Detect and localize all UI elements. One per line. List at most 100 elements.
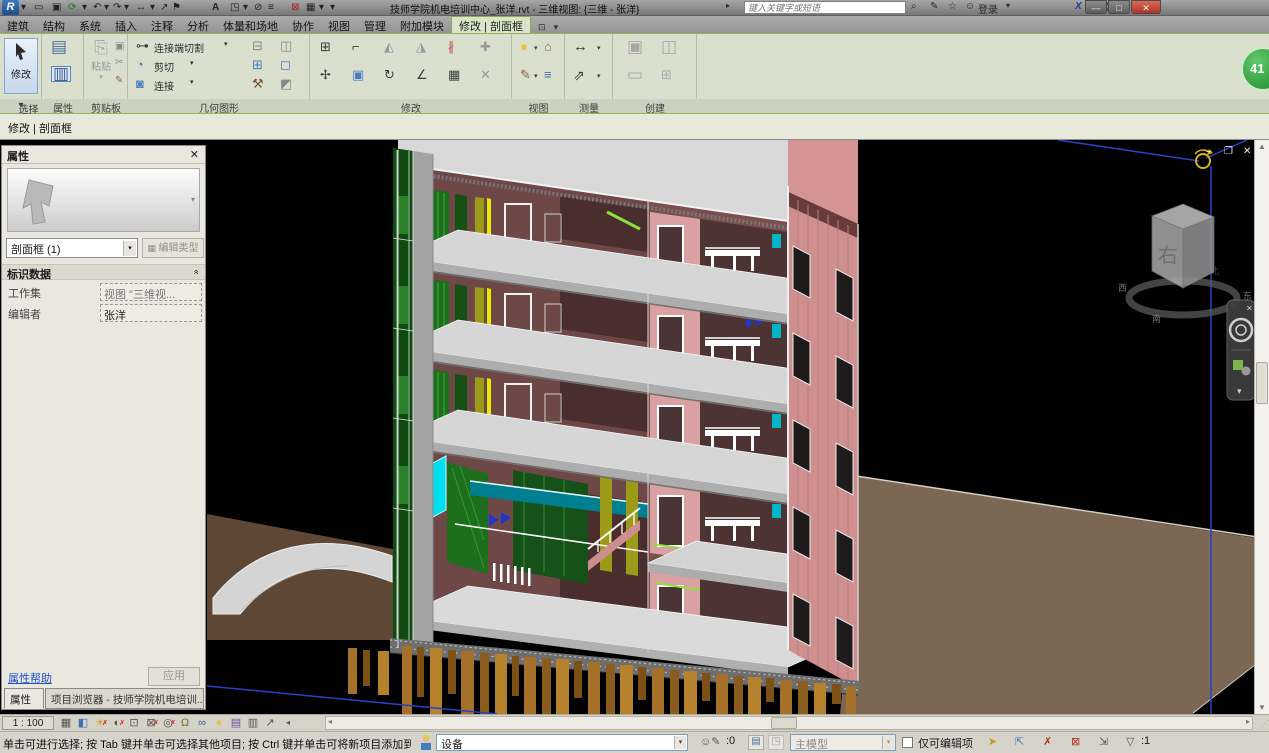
tab-project-browser[interactable]: 项目浏览器 - 技师学院机电培训... <box>45 688 204 709</box>
maximize-button[interactable]: □ <box>1108 0 1130 14</box>
tab-structure[interactable]: 结构 <box>36 17 72 34</box>
3d-arrow-icon[interactable]: ▾ <box>243 1 248 15</box>
panel-label-create[interactable]: 创建 <box>613 100 697 115</box>
copy-icon[interactable]: ▣ <box>115 40 124 54</box>
thin-lines-icon[interactable]: ≡ <box>268 1 274 15</box>
delete-icon[interactable]: ✕ <box>480 68 491 82</box>
visibility-bulb-icon[interactable]: ● <box>520 40 528 54</box>
mirror-pick-axis-icon[interactable]: ◭ <box>384 40 394 54</box>
crop-view-icon[interactable]: ⊡ <box>126 716 142 730</box>
default-3d-view-icon[interactable]: ◳ <box>230 1 239 15</box>
unjoin-icon[interactable]: ◻ <box>280 58 291 72</box>
match-type-icon[interactable]: ✎ <box>115 74 123 88</box>
deselect-icon[interactable]: ⇱ <box>1015 735 1024 748</box>
edit-type-button[interactable]: ▦ 编辑类型 <box>142 238 204 258</box>
paint-brush-icon[interactable]: ✎ <box>520 68 531 82</box>
compass-west[interactable]: 西 <box>1118 283 1127 293</box>
app-menu-icon[interactable]: R <box>2 0 19 15</box>
modify-button[interactable]: 修改 <box>4 38 38 94</box>
panel-label-measure[interactable]: 测量 <box>565 100 613 115</box>
type-properties-icon[interactable]: ▥ <box>51 66 71 82</box>
close-hidden-windows-icon[interactable]: ⊠ <box>291 1 299 15</box>
beam-handles-icon[interactable]: ⊞ <box>252 58 263 72</box>
text-icon[interactable]: A <box>212 1 219 15</box>
dimension-icon[interactable]: ⇗ <box>573 68 585 82</box>
reveal-hidden-icon[interactable]: ● <box>211 716 227 730</box>
panel-label-select[interactable]: 选择 ▾ <box>0 100 42 111</box>
reset-selection-icon[interactable]: ⊠ <box>1071 735 1080 748</box>
panel-label-modify[interactable]: 修改 <box>310 100 512 115</box>
navbar-close-icon[interactable]: ✕ <box>1246 304 1253 313</box>
displace-elements-icon[interactable]: ↗ <box>262 716 278 730</box>
tab-modify-section-box[interactable]: 修改 | 剖面框 <box>451 16 531 33</box>
sync-icon[interactable]: ⟳ <box>68 1 76 15</box>
horizontal-scroll-thumb[interactable] <box>771 717 797 729</box>
sync-arrow-icon[interactable]: ▾ <box>82 1 87 15</box>
navigation-bar[interactable]: ✕ ▾ <box>1227 300 1255 400</box>
measure-arrow-icon[interactable]: ▾ <box>150 1 155 15</box>
sun-path-icon[interactable]: ☀✗ <box>92 716 108 730</box>
cut-geometry-label[interactable]: 剪切 <box>154 59 174 74</box>
type-selector[interactable]: 剖面框 (1)▾ <box>6 238 138 258</box>
join-geometry-label[interactable]: 连接 <box>154 78 174 93</box>
save-icon[interactable]: ▣ <box>52 1 61 15</box>
cut-geometry-icon[interactable]: ◔ <box>136 58 144 72</box>
viewbar-expand-icon[interactable]: ◂ <box>280 716 296 730</box>
scale-button[interactable]: 1 : 100 <box>2 716 54 730</box>
split-icon[interactable]: ∦ <box>448 40 455 54</box>
apply-coping-icon[interactable]: ⊟ <box>252 39 263 53</box>
properties-close-icon[interactable]: ✕ <box>190 148 199 161</box>
tab-annotate[interactable]: 注释 <box>144 17 180 34</box>
ribbon-minimize-icon[interactable]: ▾ <box>550 22 563 33</box>
close-button[interactable]: ✕ <box>1131 0 1161 14</box>
scroll-left-icon[interactable]: ◂ <box>328 717 332 726</box>
join-geometry-icon[interactable]: ◙ <box>136 77 144 91</box>
cut-arrow-icon[interactable]: ▾ <box>190 59 194 67</box>
favorites-icon[interactable]: ☆ <box>948 1 957 12</box>
tag-icon[interactable]: ⚑ <box>172 1 181 15</box>
scroll-up-icon[interactable]: ▲ <box>1256 140 1268 153</box>
crop-region-icon[interactable]: ⊠✗ <box>143 716 159 730</box>
identity-data-section[interactable]: 标识数据» <box>2 264 205 280</box>
switch-windows-icon[interactable]: ▦ <box>306 1 315 15</box>
signin-person-icon[interactable]: ☺ <box>965 1 975 12</box>
collapse-icon[interactable]: » <box>190 269 200 274</box>
building-section-model[interactable] <box>348 140 860 714</box>
align-icon[interactable]: ⊞ <box>320 40 331 54</box>
wall-joins-icon[interactable]: ◫ <box>280 39 292 53</box>
dimension-arrow-icon[interactable]: ▾ <box>597 70 601 84</box>
rotate-icon[interactable]: ↻ <box>384 68 395 82</box>
switch-windows-arrow-icon[interactable]: ▾ <box>319 1 324 15</box>
compass-south[interactable]: 南 <box>1152 313 1161 324</box>
join-arrow-icon[interactable]: ▾ <box>190 78 194 86</box>
tab-massing-site[interactable]: 体量和场地 <box>216 17 285 34</box>
horizontal-scrollbar[interactable]: ◂ ▸ <box>325 716 1253 730</box>
remove-selection-icon[interactable]: ✗ <box>1043 735 1052 748</box>
aligned-dimension-icon[interactable]: ↗ <box>160 1 168 15</box>
visual-style-icon[interactable]: ◧ <box>75 716 91 730</box>
compass-east[interactable]: 东 <box>1243 290 1252 301</box>
property-value[interactable]: 视图 "三维视... <box>100 283 202 301</box>
render-icon[interactable]: ⌂ <box>544 40 552 54</box>
property-value[interactable]: 张洋 <box>100 304 202 322</box>
preview-arrow-icon[interactable]: ▾ <box>191 195 195 204</box>
far-clip-icon[interactable]: ◎✗ <box>160 716 176 730</box>
tab-view[interactable]: 视图 <box>321 17 357 34</box>
ribbon-options-icon[interactable]: ⊡ <box>534 22 550 33</box>
panel-label-properties[interactable]: 属性 <box>42 100 84 115</box>
filter-count[interactable]: :1 <box>1141 735 1150 747</box>
measure-icon[interactable]: ↔ <box>136 1 146 15</box>
apply-button[interactable]: 应用 <box>148 667 200 686</box>
editing-requests-icon[interactable]: ☺✎ <box>700 735 720 748</box>
create-similar-icon[interactable]: ▭ <box>627 68 643 82</box>
view-window-restore-icon[interactable]: ❐ <box>1224 146 1233 157</box>
editable-only-checkbox[interactable] <box>902 737 913 748</box>
redo-icon[interactable]: ↷ <box>113 1 121 15</box>
worker-icon[interactable] <box>419 734 433 751</box>
vertical-scrollbar[interactable]: ▲ ▼ <box>1254 140 1269 714</box>
paint-arrow-icon[interactable]: ▾ <box>534 70 538 84</box>
signin-arrow-icon[interactable]: ▾ <box>1006 1 1010 10</box>
view-window-close-icon[interactable]: ✕ <box>1243 146 1251 157</box>
search-expand-icon[interactable]: ▸ <box>726 1 730 10</box>
legend-component-icon[interactable]: ▣ <box>627 40 643 54</box>
